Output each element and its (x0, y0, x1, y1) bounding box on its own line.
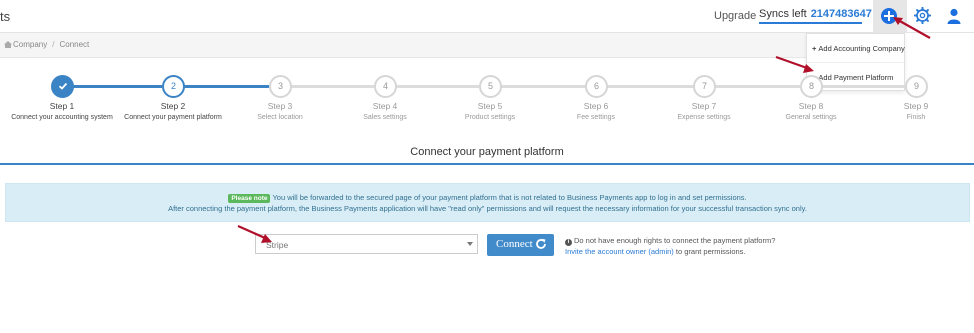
breadcrumb-separator: / (52, 40, 55, 49)
step-title: Step 2 (160, 101, 186, 111)
annotation-arrow-top (893, 17, 931, 39)
top-bar: ts Upgrade Syncs left 2147483647 (0, 0, 974, 33)
step-title: Step 4 (372, 101, 398, 111)
step-circle-1[interactable] (51, 75, 74, 98)
app-title: ts (0, 9, 11, 24)
rights-line-1: Do not have enough rights to connect the… (574, 236, 776, 245)
stepper-connector (715, 85, 800, 88)
step-title: Step 8 (798, 101, 824, 111)
syncs-value: 2147483647 (810, 8, 872, 20)
step-circle-2[interactable]: 2 (162, 75, 185, 98)
annotation-arrow-select (237, 224, 272, 243)
invite-owner-link[interactable]: Invite the account owner (admin) (565, 247, 674, 256)
rights-invite: Invite the account owner (admin) to gran… (565, 247, 746, 256)
info-icon: i (565, 239, 572, 246)
info-alert: Please note You will be forwarded to the … (5, 183, 970, 222)
step-circle-3[interactable]: 3 (269, 75, 292, 98)
step-title: Step 7 (691, 101, 717, 111)
connect-label: Connect (496, 238, 533, 250)
stepper-connector (822, 85, 905, 88)
step-title: Step 1 (49, 101, 75, 111)
note-line-1: You will be forwarded to the secured pag… (272, 193, 747, 202)
syncs-label: Syncs left (759, 8, 807, 20)
menu-item-add-accounting-company[interactable]: + Add Accounting Company (812, 44, 905, 53)
user-icon[interactable] (947, 8, 961, 24)
breadcrumb-connect: Connect (59, 40, 90, 49)
caret-down-icon (467, 242, 473, 246)
syncs-left: Syncs left 2147483647 (759, 8, 872, 20)
rights-line-2-suffix: to grant permissions. (673, 247, 746, 256)
upgrade-link[interactable]: Upgrade (714, 10, 756, 22)
check-icon (58, 82, 67, 90)
page-heading: Connect your payment platform (410, 146, 564, 158)
rights-question: i Do not have enough rights to connect th… (565, 236, 775, 246)
step-circle-5[interactable]: 5 (479, 75, 502, 98)
plus-icon: + (812, 44, 817, 53)
step-title: Step 6 (583, 101, 609, 111)
note-line-2: After connecting the payment platform, t… (168, 204, 807, 213)
refresh-icon (536, 238, 546, 249)
syncs-underline (759, 22, 862, 24)
stepper-connector (73, 85, 162, 88)
menu-item-label: Add Accounting Company (818, 44, 905, 53)
breadcrumb-company[interactable]: Company (13, 40, 47, 49)
home-icon (4, 41, 12, 48)
step-circle-8[interactable]: 8 (800, 75, 823, 98)
menu-divider (807, 62, 906, 63)
payment-platform-select[interactable]: Stripe (255, 234, 478, 254)
step-circle-7[interactable]: 7 (693, 75, 716, 98)
step-title: Step 9 (903, 101, 929, 111)
stepper-connector (396, 85, 479, 88)
menu-item-add-payment-platform[interactable]: +Add Payment Platform (812, 73, 893, 82)
stepper-connector (607, 85, 693, 88)
step-title: Step 3 (267, 101, 293, 111)
note-badge: Please note (228, 194, 271, 203)
annotation-arrow-menu (775, 55, 814, 73)
step-description: Finish (906, 114, 926, 121)
stepper-connector (184, 85, 269, 88)
step-circle-9[interactable]: 9 (905, 75, 928, 98)
menu-item-label: Add Payment Platform (818, 73, 894, 82)
step-circle-4[interactable]: 4 (374, 75, 397, 98)
breadcrumb: Company / Connect (0, 33, 806, 58)
heading-divider (0, 163, 974, 165)
step-circle-6[interactable]: 6 (585, 75, 608, 98)
stepper-connector (291, 85, 374, 88)
step-title: Step 5 (477, 101, 503, 111)
stepper-connector (501, 85, 585, 88)
